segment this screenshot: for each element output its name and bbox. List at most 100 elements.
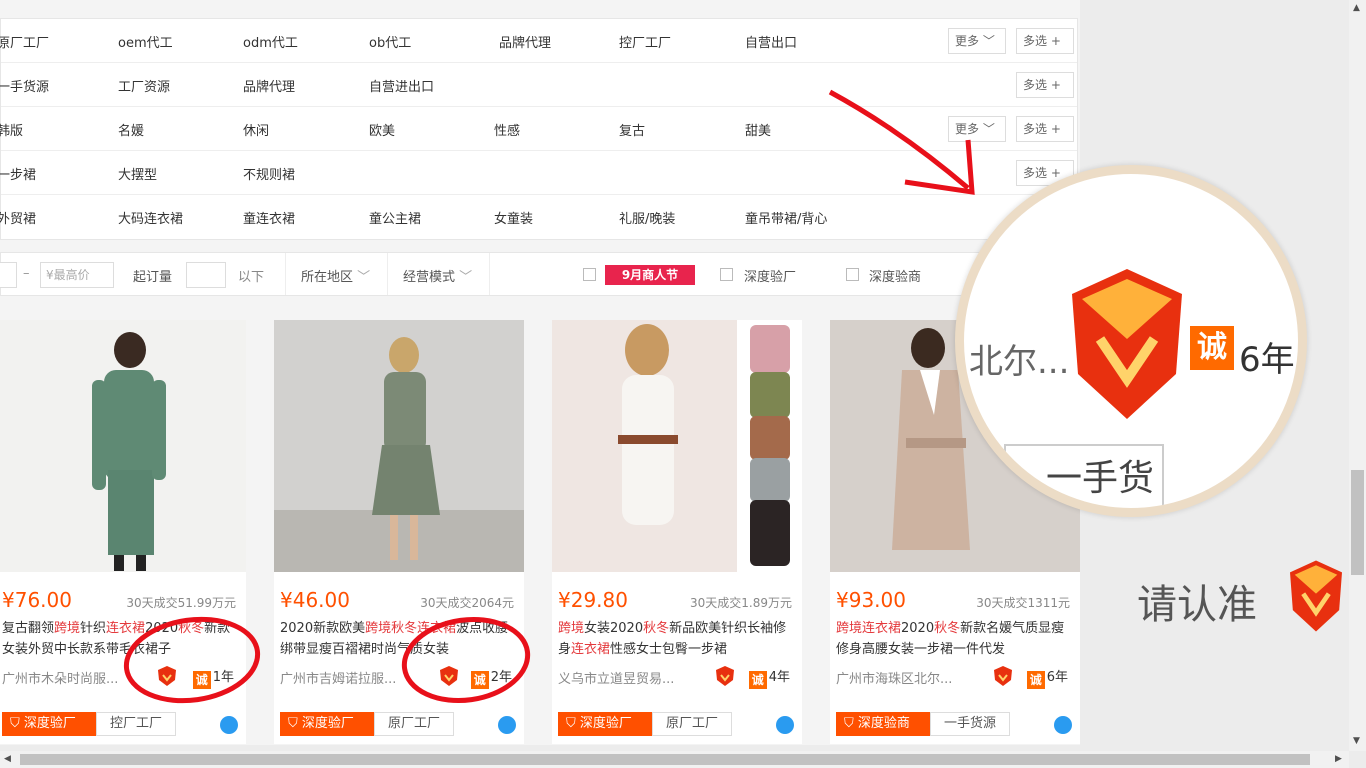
- company-name[interactable]: 广州市木朵时尚服...: [2, 668, 118, 687]
- membership-years: 诚 1年: [192, 666, 234, 689]
- company-name[interactable]: 义乌市立道昱贸易...: [558, 668, 674, 687]
- filter-option[interactable]: 性感: [494, 120, 520, 139]
- filter-row-source: 一手货源 工厂资源 品牌代理 自营进出口 多选 +: [0, 63, 1077, 107]
- product-image[interactable]: [274, 320, 524, 572]
- deep-merchant-label: 深度验商: [869, 270, 922, 285]
- filter-option[interactable]: oem代工: [118, 32, 173, 51]
- scroll-left-icon[interactable]: ◀: [4, 754, 11, 764]
- filter-option[interactable]: 工厂资源: [118, 76, 170, 95]
- filter-option[interactable]: 不规则裙: [243, 164, 295, 183]
- filter-option[interactable]: 大码连衣裙: [118, 208, 183, 227]
- product-image[interactable]: [0, 320, 246, 572]
- min-order-label: 起订量: [133, 270, 173, 285]
- factory-type-tag: 原厂工厂: [374, 712, 454, 736]
- sort-toolbar: – ¥最高价 起订量 以下 所在地区 ﹀ 经营模式 ﹀ 9月商人节 深度验厂 深…: [0, 252, 1078, 296]
- filter-option[interactable]: 原厂工厂: [0, 32, 49, 51]
- chat-icon[interactable]: [220, 716, 238, 734]
- filter-option[interactable]: 自营出口: [745, 32, 797, 51]
- filter-row-skirt-type: 一步裙 大摆型 不规则裙 多选 +: [0, 151, 1077, 195]
- deep-verify-tag: ⛉ 深度验厂: [558, 712, 652, 736]
- product-title[interactable]: 跨境女装2020秋冬新品欧美针织长袖修身连衣裙性感女士包臀一步裙: [558, 618, 794, 660]
- product-card[interactable]: ¥76.00 30天成交51.99万元 复古翻领跨境针织连衣裙2020秋冬新款女…: [0, 320, 246, 744]
- product-price: ¥76.00: [2, 588, 72, 612]
- min-order-input[interactable]: [186, 262, 226, 288]
- vertical-scrollbar[interactable]: ▲ ▼: [1349, 0, 1366, 751]
- divider: [387, 253, 388, 295]
- deep-factory-label: 深度验厂: [744, 270, 797, 285]
- product-title[interactable]: 跨境连衣裙2020秋冬新款名媛气质显瘦修身高腰女装一步裙一件代发: [836, 618, 1072, 660]
- filter-option[interactable]: 大摆型: [118, 164, 157, 183]
- multi-select-button[interactable]: 多选 +: [1016, 116, 1074, 142]
- product-card[interactable]: ¥29.80 30天成交1.89万元 跨境女装2020秋冬新品欧美针织长袖修身连…: [552, 320, 802, 744]
- scroll-up-icon[interactable]: ▲: [1353, 3, 1360, 13]
- filter-option[interactable]: 礼服/晚装: [619, 208, 675, 227]
- filter-option[interactable]: 控厂工厂: [619, 32, 671, 51]
- filter-option[interactable]: 童连衣裙: [243, 208, 295, 227]
- sales-volume: 30天成交2064元: [420, 596, 514, 610]
- product-title[interactable]: 复古翻领跨境针织连衣裙2020秋冬新款女装外贸中长款系带毛衣裙子: [2, 618, 238, 660]
- filter-option[interactable]: 名媛: [118, 120, 144, 139]
- filter-option[interactable]: 女童装: [494, 208, 533, 227]
- filter-option[interactable]: 品牌代理: [499, 32, 551, 51]
- max-price-input[interactable]: ¥最高价: [40, 262, 114, 288]
- filter-row-business-type: 原厂工厂 oem代工 odm代工 ob代工 品牌代理 控厂工厂 自营出口 更多 …: [0, 19, 1077, 63]
- horizontal-scroll-thumb[interactable]: [20, 754, 1310, 765]
- filter-option[interactable]: 一手货源: [0, 76, 49, 95]
- factory-type-tag: 原厂工厂: [652, 712, 732, 736]
- scroll-right-icon[interactable]: ▶: [1335, 754, 1342, 764]
- deep-verify-tag: ⛉ 深度验厂: [2, 712, 96, 736]
- trust-shield-icon: [716, 666, 734, 686]
- chat-icon[interactable]: [498, 716, 516, 734]
- filter-option[interactable]: 一步裙: [0, 164, 36, 183]
- cheng-icon: 诚: [1190, 326, 1234, 370]
- magnifier-overlay: 北尔... 诚 6年 一手货源: [955, 165, 1307, 517]
- filter-option[interactable]: 复古: [619, 120, 645, 139]
- membership-years: 诚 6年: [1026, 666, 1068, 689]
- filter-option[interactable]: 外贸裙: [0, 208, 36, 227]
- deep-merchant-checkbox[interactable]: [846, 268, 859, 281]
- filter-option[interactable]: 韩版: [0, 120, 23, 139]
- product-card[interactable]: ¥46.00 30天成交2064元 2020新款欧美跨境秋冬连衣裙波点收腰绑带显…: [274, 320, 524, 744]
- product-image[interactable]: [552, 320, 802, 572]
- chat-icon[interactable]: [1054, 716, 1072, 734]
- filter-option[interactable]: 欧美: [369, 120, 395, 139]
- deep-factory-checkbox[interactable]: [720, 268, 733, 281]
- zoomed-years: 6年: [1239, 340, 1295, 380]
- filter-option[interactable]: 童吊带裙/背心: [745, 208, 827, 227]
- multi-select-button[interactable]: 多选 +: [1016, 28, 1074, 54]
- filter-option[interactable]: 童公主裙: [369, 208, 421, 227]
- more-button[interactable]: 更多 ﹀: [948, 28, 1006, 54]
- region-dropdown[interactable]: 所在地区 ﹀: [301, 266, 370, 285]
- trust-shield-icon: [440, 666, 458, 686]
- filter-option[interactable]: 自营进出口: [369, 76, 434, 95]
- company-name[interactable]: 广州市吉姆诺拉服...: [280, 668, 396, 687]
- filter-option[interactable]: 品牌代理: [243, 76, 295, 95]
- vertical-scroll-thumb[interactable]: [1351, 470, 1364, 575]
- filter-option[interactable]: odm代工: [243, 32, 298, 51]
- cheng-icon: 诚: [192, 671, 211, 689]
- trust-shield-icon: [158, 666, 176, 686]
- mode-dropdown[interactable]: 经营模式 ﹀: [403, 266, 472, 285]
- filter-row-style: 韩版 名媛 休闲 欧美 性感 复古 甜美 更多 ﹀ 多选 +: [0, 107, 1077, 151]
- factory-type-tag: 控厂工厂: [96, 712, 176, 736]
- below-label: 以下: [238, 270, 265, 285]
- filter-row-category: 外贸裙 大码连衣裙 童连衣裙 童公主裙 女童装 礼服/晚装 童吊带裙/背心: [0, 195, 1077, 239]
- horizontal-scrollbar[interactable]: ◀ ▶: [0, 751, 1349, 768]
- filter-option[interactable]: 甜美: [745, 120, 771, 139]
- scroll-down-icon[interactable]: ▼: [1353, 736, 1360, 746]
- sales-volume: 30天成交1.89万元: [690, 596, 792, 610]
- company-name[interactable]: 广州市海珠区北尔...: [836, 668, 952, 687]
- verify-label: 请认准: [1137, 582, 1257, 628]
- membership-years: 诚 4年: [748, 666, 790, 689]
- chat-icon[interactable]: [776, 716, 794, 734]
- product-title[interactable]: 2020新款欧美跨境秋冬连衣裙波点收腰绑带显瘦百褶裙时尚气质女装: [280, 618, 516, 660]
- divider: [285, 253, 286, 295]
- filter-option[interactable]: ob代工: [369, 32, 411, 51]
- more-button[interactable]: 更多 ﹀: [948, 116, 1006, 142]
- product-price: ¥29.80: [558, 588, 628, 612]
- promo-checkbox[interactable]: [583, 268, 596, 281]
- min-price-input[interactable]: [0, 262, 17, 288]
- factory-type-tag: 一手货源: [930, 712, 1010, 736]
- multi-select-button[interactable]: 多选 +: [1016, 72, 1074, 98]
- filter-option[interactable]: 休闲: [243, 120, 269, 139]
